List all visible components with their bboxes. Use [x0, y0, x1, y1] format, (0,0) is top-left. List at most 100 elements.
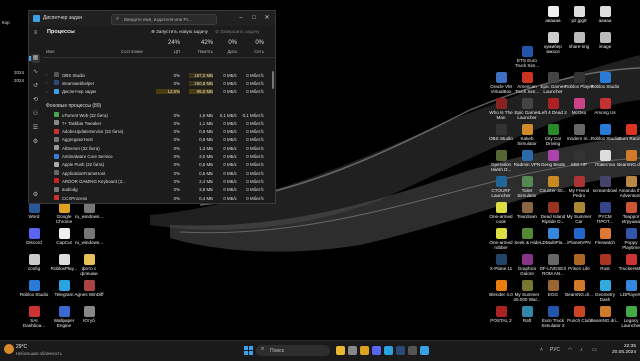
app-icon: [521, 124, 533, 135]
settings-gear-icon[interactable]: ⚙: [31, 191, 40, 200]
battery-icon[interactable]: ▭: [592, 347, 597, 353]
discord-icon[interactable]: [372, 346, 381, 355]
desktop-icon[interactable]: Agnes WinDiff: [74, 278, 104, 306]
taskbar-search[interactable]: ⌕ Поиск: [256, 345, 330, 356]
desktop-icon[interactable]: ETS Euro Truck Sim...: [512, 44, 542, 72]
maximize-button[interactable]: □: [248, 13, 260, 23]
background-process-row[interactable]: ApplicationFrameHost 0% 0,5 МБ 0 МБ/с 0 Мбит…: [43, 169, 267, 177]
services-nav-icon[interactable]: ⚙: [31, 138, 40, 147]
expand-chevron-icon[interactable]: ›: [46, 89, 47, 94]
app-icon: [599, 228, 611, 239]
desktop-icon[interactable]: Legacy Launcher: [616, 304, 640, 332]
start-windows-icon[interactable]: [244, 346, 253, 355]
col-disk[interactable]: Диск: [213, 49, 237, 54]
background-process-row[interactable]: Antimalware Core Service 0% 3,0 МБ 0 МБ/с 0 …: [43, 153, 267, 161]
app-icon: [495, 202, 507, 213]
app-process-row[interactable]: › steamwebhelper 0% 250,8 МБ 0 МБ/с 0 Мбит/с: [43, 79, 267, 87]
processes-nav-icon[interactable]: ▦: [29, 54, 40, 63]
desktop-icon[interactable]: BeamNG.dr...: [616, 148, 640, 176]
task-view-icon[interactable]: [348, 346, 357, 355]
wifi-icon[interactable]: ◠: [568, 347, 572, 353]
volume-icon[interactable]: ♪: [580, 347, 583, 353]
background-process-row[interactable]: AltServer (32 бита) 0% 1,3 МБ 0 МБ/с 0 Мбит/…: [43, 144, 267, 152]
tray-chevron-icon[interactable]: ˄: [540, 347, 543, 353]
startup-apps-nav-icon[interactable]: ⟲: [31, 96, 40, 105]
col-name[interactable]: Имя: [46, 49, 70, 54]
desktop-icon[interactable]: Burn Racing: [616, 122, 640, 150]
chrome-icon[interactable]: [360, 346, 369, 355]
background-process-row[interactable]: ARDOR GAMING Keyboard (3... 0% 2,4 МБ 0 МБ/…: [43, 177, 267, 185]
col-cpu[interactable]: ЦП: [156, 49, 180, 54]
details-nav-icon[interactable]: ☰: [31, 124, 40, 133]
desktop-icon[interactable]: Ютуб: [74, 304, 104, 332]
desktop-icon[interactable]: Among Us: [590, 96, 620, 124]
task-manager-icon[interactable]: [420, 346, 429, 355]
background-process-row[interactable]: audiodg 0% 3,8 МБ 0 МБ/с 0 Мбит/с: [43, 186, 267, 194]
col-status[interactable]: Состояние: [121, 49, 161, 54]
users-nav-icon[interactable]: ⚇: [31, 110, 40, 119]
desktop-icon[interactable]: SAI Dashboa...: [19, 304, 49, 332]
background-process-row[interactable]: AdobeUpdateService (32 бита) 0% 0,8 МБ 0 МБ…: [43, 128, 267, 136]
desktop-icon[interactable]: Teappor Игрушка: [616, 200, 640, 228]
minimize-button[interactable]: –: [235, 13, 247, 23]
desktop-icon[interactable]: config: [19, 252, 49, 280]
process-name: CCXProcess: [62, 195, 88, 201]
desktop-icon[interactable]: Discord: [19, 226, 49, 254]
desktop-icon[interactable]: ru_windows...: [74, 226, 104, 254]
col-memory[interactable]: Память: [189, 49, 213, 54]
desktop-icon-label: Amanda the Adventurer: [618, 188, 640, 198]
app-icon: [495, 176, 507, 187]
language-indicator[interactable]: РУС: [550, 347, 560, 353]
background-process-row[interactable]: AggregatorHost 0% 0,9 МБ 0 МБ/с 0 Мбит/с: [43, 136, 267, 144]
run-new-task-button[interactable]: ⊕ Запустить новую задачу: [151, 29, 208, 35]
app-icon: [625, 150, 637, 161]
desktop-icon[interactable]: ааааа: [590, 4, 620, 32]
title-bar[interactable]: Диспетчер задач ⌕ Введите имя, издателя …: [29, 11, 275, 26]
desktop-icon[interactable]: ru_windows...: [74, 200, 104, 228]
search-input[interactable]: ⌕ Введите имя, издателя или PI...: [111, 14, 217, 25]
end-task-button[interactable]: ⊘ Завершить задачу: [215, 29, 259, 35]
app-icon: [547, 306, 559, 317]
weather-icon[interactable]: [4, 344, 14, 354]
clock[interactable]: 22:35 20.05.2024: [606, 344, 636, 356]
app-process-row[interactable]: › Диспетчер задач 12,6% 95,0 МБ 0 МБ/с 0 Мбит…: [43, 88, 267, 96]
desktop-icon[interactable]: фото с флешки: [74, 252, 104, 280]
desktop-icon[interactable]: TruckersMP: [616, 252, 640, 280]
app-icon: [599, 124, 611, 135]
obs-icon[interactable]: [408, 346, 417, 355]
weather-desc[interactable]: Небольшая облачность: [16, 351, 62, 356]
desktop-icon[interactable]: Roblox Studio: [590, 70, 620, 98]
steam-icon[interactable]: [396, 346, 405, 355]
background-process-row[interactable]: CCXProcess 0% 0,4 МБ 0 МБ/с 0 Мбит/с: [43, 194, 267, 202]
desktop-icon[interactable]: Word: [19, 200, 49, 228]
app-icon: [495, 280, 507, 291]
expand-chevron-icon[interactable]: ›: [46, 72, 47, 77]
desktop-icon[interactable]: image: [590, 30, 620, 58]
process-name: AdobeUpdateService (32 бита): [62, 129, 124, 135]
telegram-icon[interactable]: [384, 346, 393, 355]
app-icon: [599, 98, 611, 109]
scrollbar-thumb[interactable]: [272, 71, 274, 89]
app-icon: [495, 254, 507, 265]
background-process-row[interactable]: uTorrent Web (32 бита) 0% 1,9 МБ 0,1 МБ/с 0,…: [43, 111, 267, 119]
app-icon: [28, 254, 40, 265]
task-manager-window[interactable]: Диспетчер задач ⌕ Введите имя, издателя …: [28, 10, 276, 204]
col-network[interactable]: Сеть: [240, 49, 264, 54]
desktop-icon[interactable]: Roblox Studio: [19, 278, 49, 306]
background-process-row[interactable]: 7+ Taskbar Tweaker 0% 1,1 МБ 0 МБ/с 0 Мбит/с: [43, 119, 267, 127]
performance-nav-icon[interactable]: ∿: [31, 68, 40, 77]
weather-temp[interactable]: 29°C: [16, 344, 27, 350]
desktop-icon[interactable]: LDPlayer9: [616, 278, 640, 306]
app-process-row[interactable]: › OBS Studio 0% 187,0 МБ 0 МБ/с 0 Мбит/с: [43, 71, 267, 79]
app-history-nav-icon[interactable]: ↺: [31, 82, 40, 91]
expand-chevron-icon[interactable]: ›: [46, 80, 47, 85]
close-button[interactable]: ✕: [261, 13, 273, 23]
search-icon: ⌕: [116, 16, 120, 22]
hamburger-menu-icon[interactable]: ≡: [31, 29, 40, 38]
desktop-icon-label: Among Us: [594, 110, 616, 115]
app-icon: [521, 72, 533, 83]
background-process-row[interactable]: Apple Push (32 бита) 0% 0,6 МБ 0 МБ/с 0 Мбит…: [43, 161, 267, 169]
file-explorer-icon[interactable]: [336, 346, 345, 355]
desktop-icon[interactable]: Amanda the Adventurer: [616, 174, 640, 202]
desktop-icon[interactable]: Poppy Playtime: [616, 226, 640, 254]
